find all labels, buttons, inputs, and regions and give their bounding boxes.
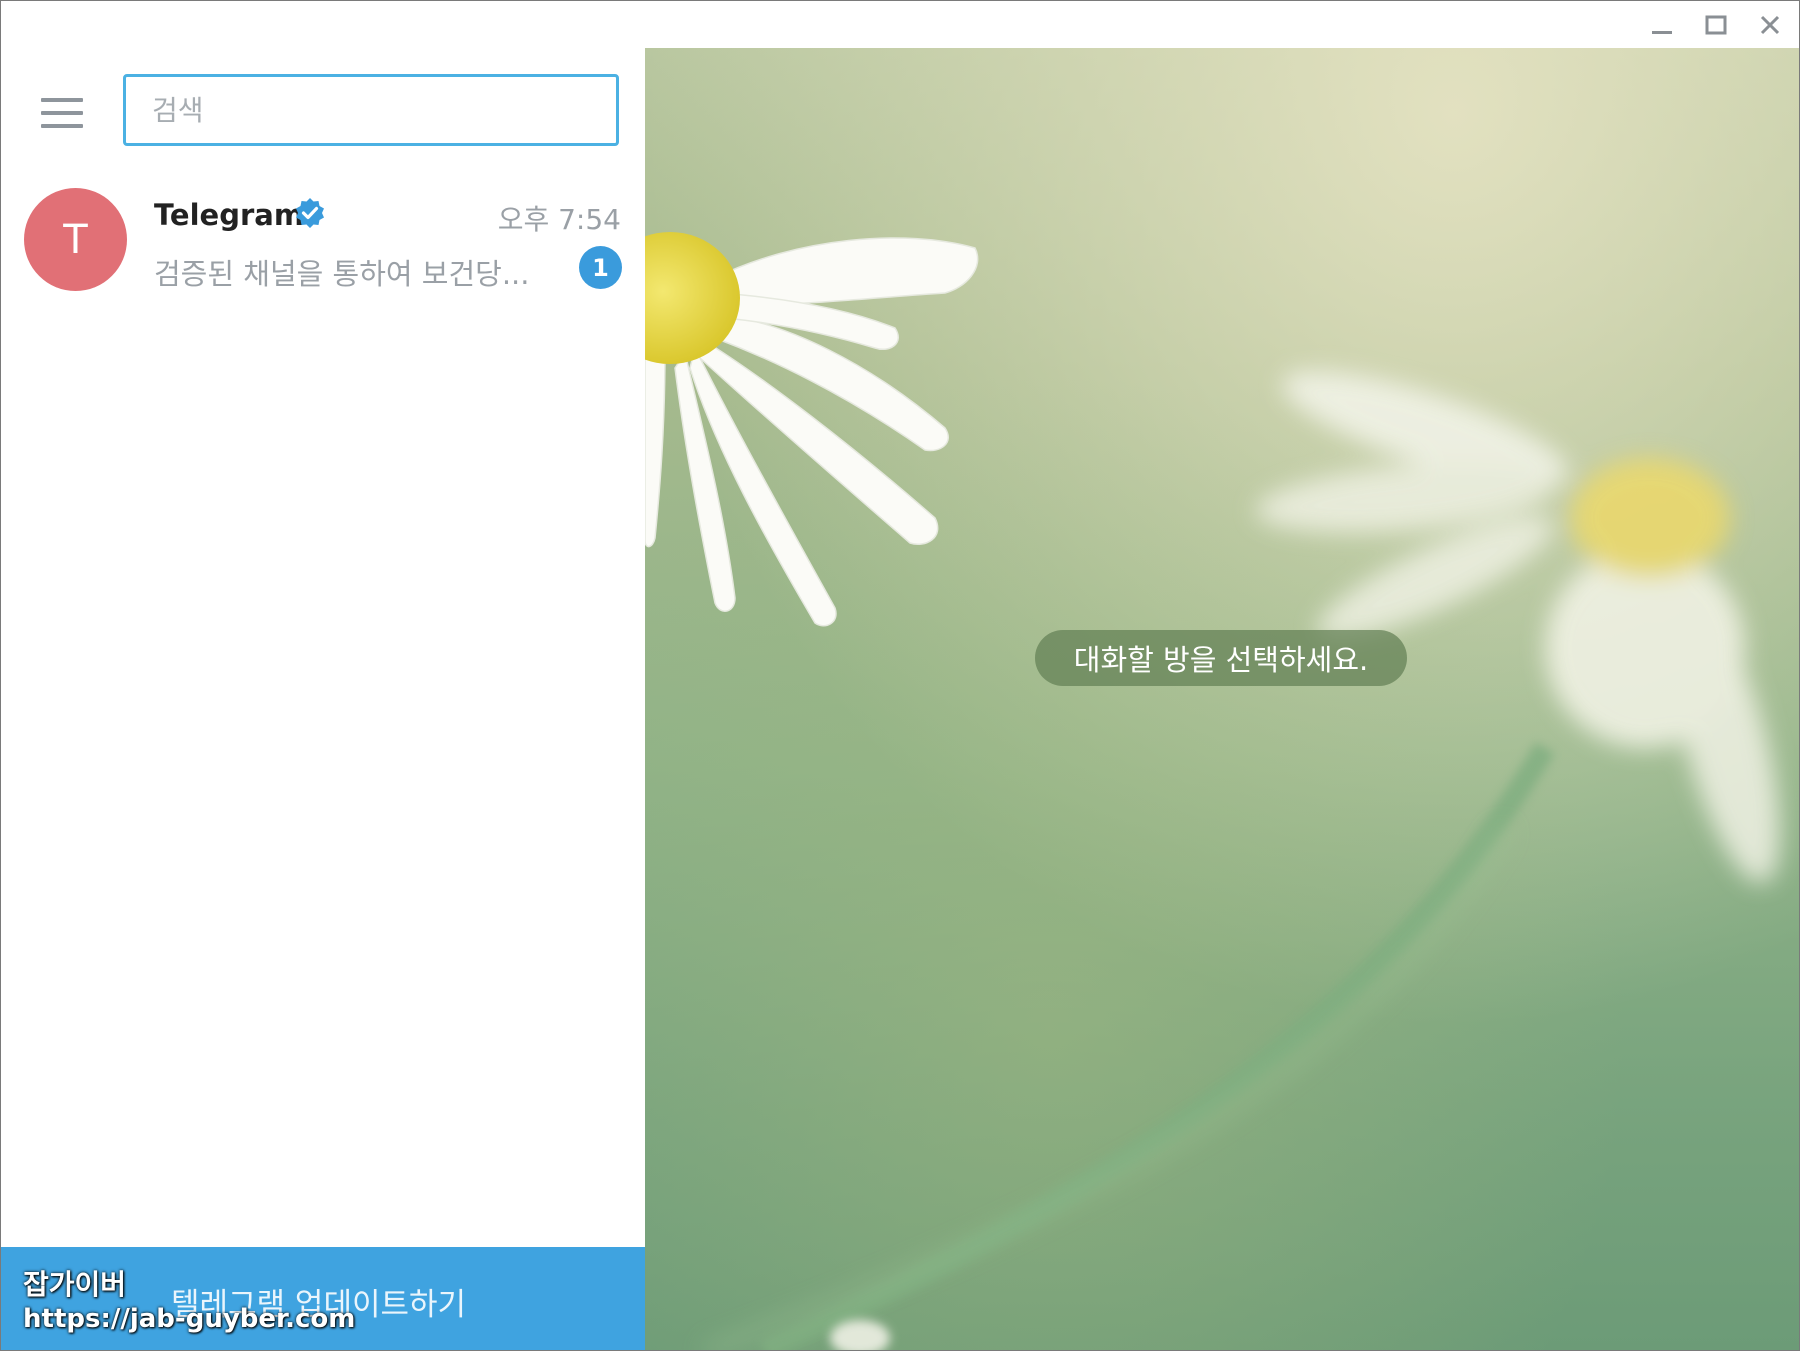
telegram-window: T Telegram 오후 7:54 검증된 채널을 통하여 보건당... 1 … (0, 0, 1800, 1351)
maximize-button[interactable] (1689, 1, 1743, 48)
chat-name: Telegram (154, 198, 305, 232)
update-telegram-button[interactable]: 텔레그램 업데이트하기 잡가이버 https://jab-guyber.com (1, 1247, 645, 1350)
avatar: T (24, 188, 127, 291)
hamburger-menu-icon[interactable] (31, 88, 93, 138)
unread-count-badge: 1 (579, 246, 622, 289)
chat-timestamp: 오후 7:54 (497, 203, 621, 236)
chat-background-area: 대화할 방을 선택하세요. (645, 48, 1799, 1350)
select-chat-message: 대화할 방을 선택하세요. (1035, 630, 1407, 686)
daisy-wallpaper-image (645, 48, 1799, 1350)
minimize-button[interactable] (1635, 1, 1689, 48)
close-button[interactable] (1743, 1, 1797, 48)
watermark-site-name: 잡가이버 (23, 1268, 127, 1301)
maximize-icon (1705, 15, 1727, 34)
minimize-icon (1652, 30, 1672, 34)
chat-sidebar: T Telegram 오후 7:54 검증된 채널을 통하여 보건당... 1 … (1, 48, 645, 1350)
watermark-url: https://jab-guyber.com (23, 1304, 356, 1334)
chat-list-item-telegram[interactable]: T Telegram 오후 7:54 검증된 채널을 통하여 보건당... 1 (1, 180, 645, 304)
chat-message-preview: 검증된 채널을 통하여 보건당... (154, 257, 530, 291)
search-input[interactable] (126, 77, 616, 143)
title-bar (1, 1, 1799, 48)
verified-badge-icon (296, 198, 324, 228)
search-box[interactable] (123, 74, 619, 146)
close-icon (1760, 15, 1780, 34)
